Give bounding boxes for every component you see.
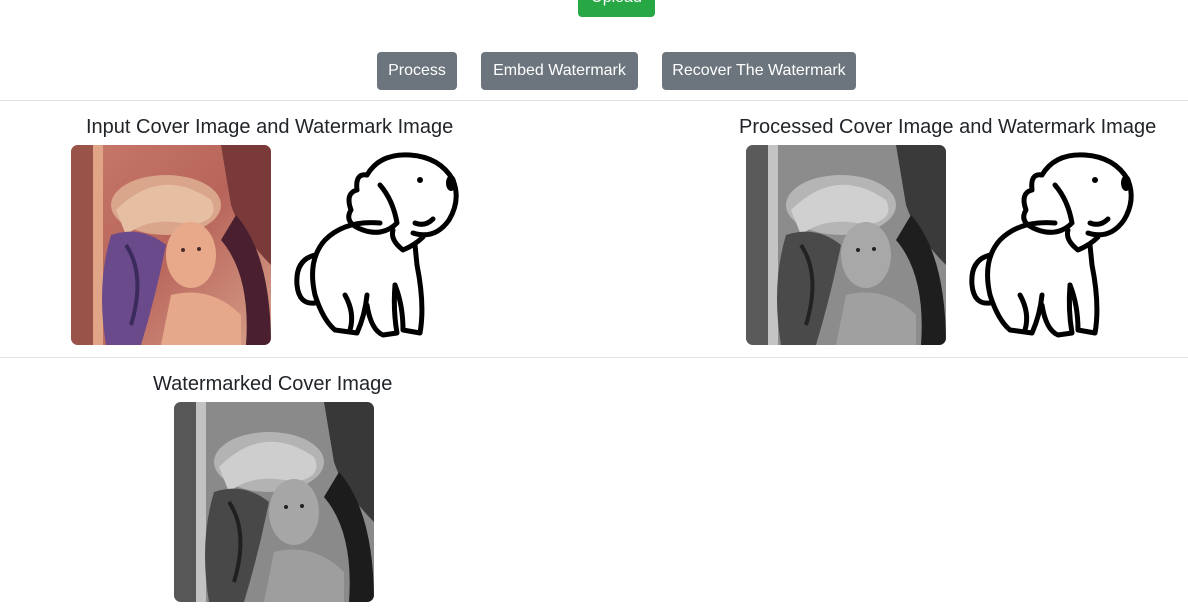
recover-watermark-button[interactable]: Recover The Watermark [662,52,856,90]
processed-section-title: Processed Cover Image and Watermark Imag… [739,116,1157,138]
input-watermark-image [285,145,485,345]
input-section-title: Input Cover Image and Watermark Image [86,116,454,138]
grayscale-portrait-image [174,402,374,602]
top-divider [0,100,1188,101]
grayscale-portrait-image [746,145,946,345]
embed-watermark-button[interactable]: Embed Watermark [481,52,638,90]
input-cover-image [71,145,271,345]
dog-sketch-image [294,152,459,338]
watermarked-section-title: Watermarked Cover Image [153,373,393,395]
watermarked-cover-image [174,402,374,602]
upload-button[interactable]: Upload [578,0,655,17]
dog-sketch-image [969,152,1134,338]
processed-watermark-image [960,145,1160,345]
processed-cover-image [746,145,946,345]
process-button[interactable]: Process [377,52,457,90]
middle-divider [0,357,1188,358]
color-portrait-image [71,145,271,345]
